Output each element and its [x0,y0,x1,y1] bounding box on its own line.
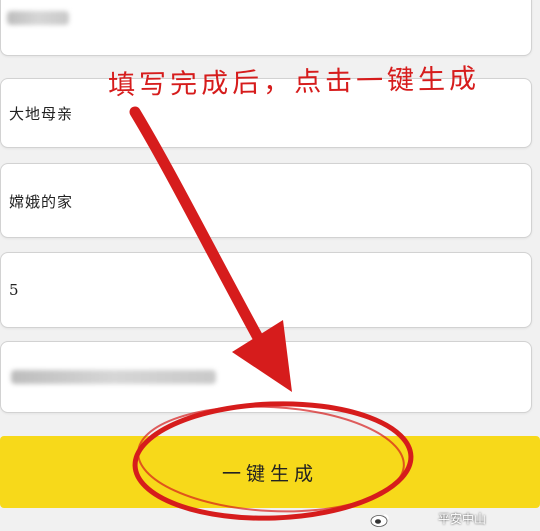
annotation-text: 填写完成后，点击一键生成 [107,63,481,102]
form-field-1[interactable] [0,0,532,56]
blurred-value-1 [7,11,69,25]
form-field-4[interactable]: 5 [0,252,532,328]
field-2-value: 大地母亲 [9,105,74,123]
field-3-value: 嫦娥的家 [9,193,74,211]
form-field-3[interactable]: 嫦娥的家 [0,163,532,238]
blurred-value-5 [11,370,216,384]
field-4-value: 5 [9,281,20,299]
weibo-icon [370,514,389,527]
form-field-5[interactable] [0,341,532,413]
watermark-text: 平安中山 [437,512,486,526]
one-click-generate-button[interactable]: 一键生成 [0,436,540,508]
